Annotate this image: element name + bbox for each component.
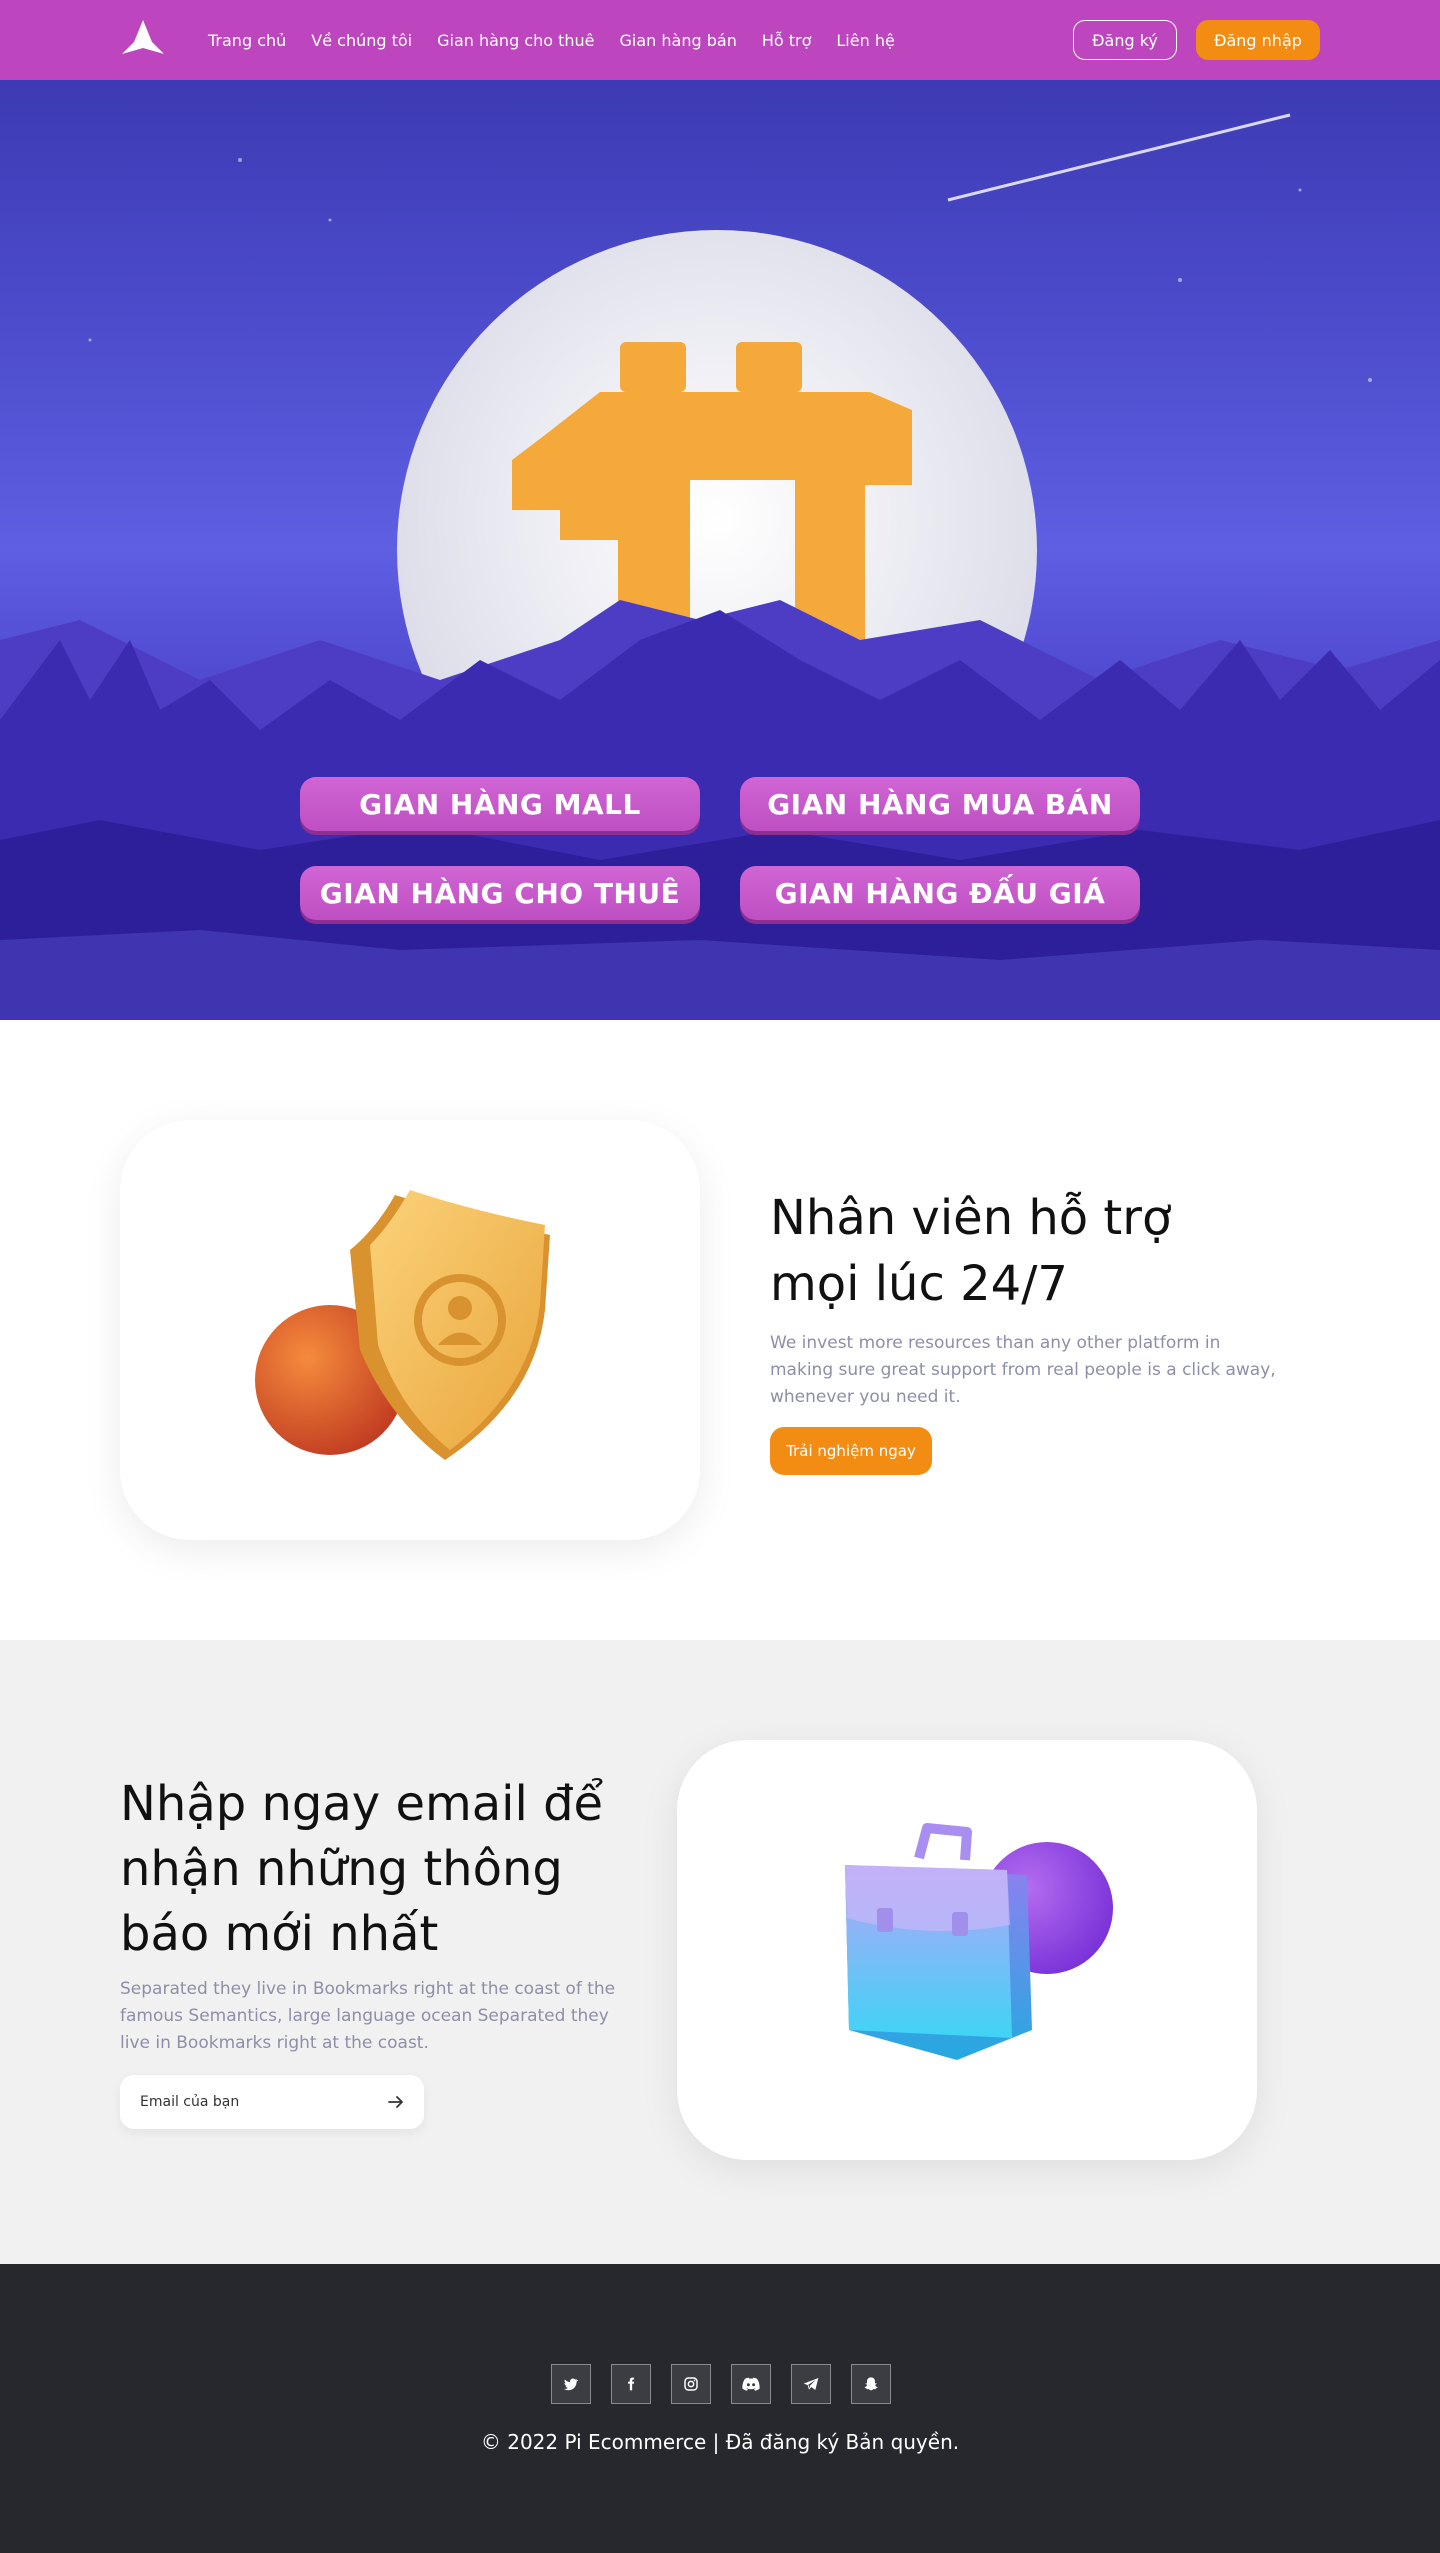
newsletter-title-line2: nhận những thông	[120, 1841, 563, 1897]
social-links	[551, 2364, 891, 2404]
menu-item-support[interactable]: Hỗ trợ	[762, 31, 812, 50]
rent-store-button[interactable]: GIAN HÀNG CHO THUÊ	[300, 866, 700, 920]
copyright-text: © 2022 Pi Ecommerce | Đã đăng ký Bản quy…	[480, 2430, 960, 2454]
menu-item-home[interactable]: Trang chủ	[208, 31, 286, 50]
register-button[interactable]: Đăng ký	[1073, 20, 1177, 60]
mall-store-button[interactable]: GIAN HÀNG MALL	[300, 777, 700, 831]
newsletter-title-line3: báo mới nhất	[120, 1906, 439, 1962]
email-subscribe-box	[120, 2075, 424, 2129]
login-button[interactable]: Đăng nhập	[1196, 20, 1320, 60]
support-illustration-card	[120, 1120, 700, 1540]
hero-banner: GIAN HÀNG MALL GIAN HÀNG MUA BÁN GIAN HÀ…	[0, 80, 1440, 1020]
arrow-right-icon[interactable]	[386, 2092, 406, 2112]
pi-logo-icon[interactable]	[122, 20, 164, 56]
newsletter-desc-line1: Separated they live in Bookmarks right a…	[120, 1979, 616, 1999]
hero-landscape-illustration	[0, 113, 1440, 1020]
support-section	[0, 1020, 1440, 1640]
discord-icon[interactable]	[731, 2364, 771, 2404]
auction-store-button[interactable]: GIAN HÀNG ĐẤU GIÁ	[740, 866, 1140, 920]
facebook-icon[interactable]	[611, 2364, 651, 2404]
newsletter-desc-line2: famous Semantics, large language ocean S…	[120, 2006, 609, 2026]
support-desc-line3: whenever you need it.	[770, 1387, 961, 1407]
main-menu: Trang chủ Về chúng tôi Gian hàng cho thu…	[208, 0, 920, 80]
newsletter-desc-line3: live in Bookmarks right at the coast.	[120, 2033, 429, 2053]
support-desc-line2: making sure great support from real peop…	[770, 1360, 1276, 1380]
try-now-button[interactable]: Trải nghiệm ngay	[770, 1427, 932, 1475]
support-title-line1: Nhân viên hỗ trợ	[770, 1190, 1172, 1246]
email-input[interactable]	[140, 2075, 360, 2129]
twitter-icon[interactable]	[551, 2364, 591, 2404]
buy-sell-store-button[interactable]: GIAN HÀNG MUA BÁN	[740, 777, 1140, 831]
shield-icon	[255, 1190, 550, 1460]
telegram-icon[interactable]	[791, 2364, 831, 2404]
menu-item-sale-stores[interactable]: Gian hàng bán	[620, 31, 737, 50]
support-desc-line1: We invest more resources than any other …	[770, 1333, 1221, 1353]
support-title-line2: mọi lúc 24/7	[770, 1256, 1068, 1312]
snapchat-icon[interactable]	[851, 2364, 891, 2404]
menu-item-contact[interactable]: Liên hệ	[836, 31, 894, 50]
briefcase-icon	[845, 1823, 1113, 2060]
newsletter-title-line1: Nhập ngay email để	[120, 1776, 604, 1832]
menu-item-about[interactable]: Về chúng tôi	[311, 31, 412, 50]
menu-item-rent-stores[interactable]: Gian hàng cho thuê	[437, 31, 594, 50]
top-navbar: Trang chủ Về chúng tôi Gian hàng cho thu…	[0, 0, 1440, 80]
newsletter-illustration-card	[677, 1740, 1257, 2160]
site-footer	[0, 2264, 1440, 2553]
instagram-icon[interactable]	[671, 2364, 711, 2404]
